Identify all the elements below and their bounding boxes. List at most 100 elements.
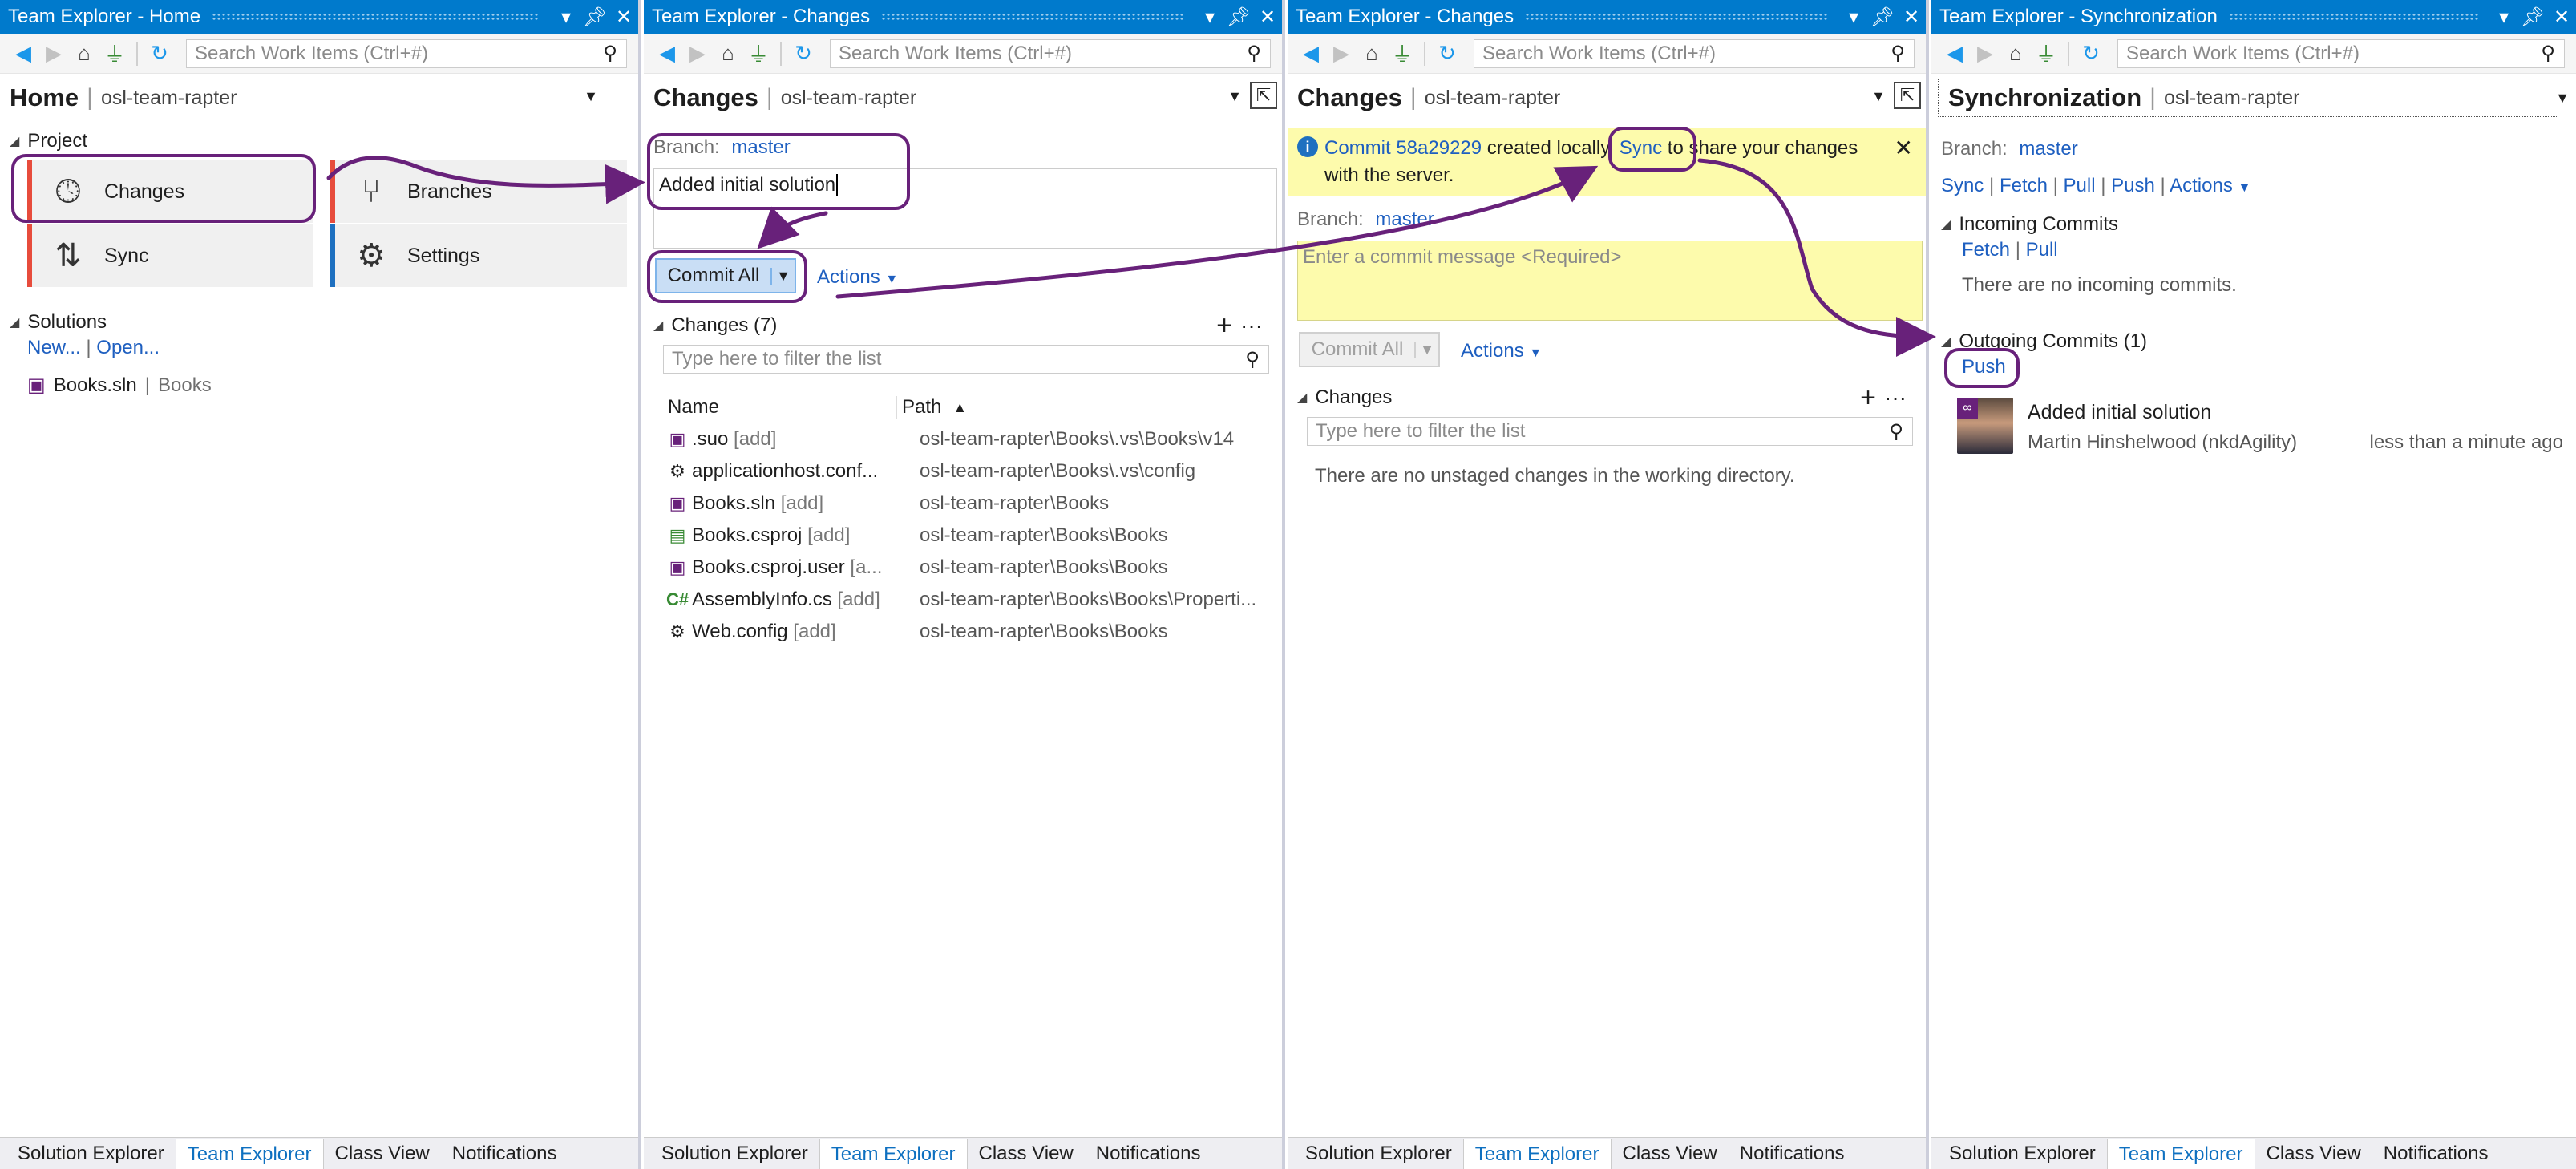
back-icon[interactable]: ◀ bbox=[1939, 38, 1970, 69]
tab-class-view[interactable]: Class View bbox=[2255, 1139, 2372, 1169]
refresh-icon[interactable]: ↻ bbox=[788, 38, 819, 69]
file-row[interactable]: ▣ Books.csproj.user [a... osl-team-rapte… bbox=[663, 552, 1168, 584]
tile-branches[interactable]: ⑂ Branches bbox=[330, 160, 627, 223]
collapse-icon[interactable]: ◢ bbox=[1941, 216, 1951, 233]
tab-team-explorer[interactable]: Team Explorer bbox=[1462, 1139, 1612, 1169]
dropdown-icon[interactable]: ▾ bbox=[2489, 6, 2518, 29]
filter-input[interactable]: Type here to filter the list ⚲ bbox=[663, 345, 1269, 374]
dropdown-icon[interactable]: ▾ bbox=[552, 6, 580, 29]
project-section-header[interactable]: ◢ Project bbox=[0, 127, 638, 156]
search-icon[interactable]: ⚲ bbox=[2532, 42, 2564, 65]
file-row[interactable]: ▣ .suo [add] osl-team-rapter\Books\.vs\B… bbox=[663, 423, 1235, 455]
pull-link[interactable]: Pull bbox=[2064, 175, 2096, 196]
back-icon[interactable]: ◀ bbox=[652, 38, 682, 69]
refresh-icon[interactable]: ↻ bbox=[1432, 38, 1462, 69]
file-row[interactable]: ⚙ applicationhost.conf... osl-team-rapte… bbox=[663, 455, 1195, 487]
tab-notifications[interactable]: Notifications bbox=[1085, 1139, 1212, 1169]
solutions-section-header[interactable]: ◢ Solutions bbox=[0, 308, 625, 337]
forward-icon[interactable]: ▶ bbox=[1970, 38, 2000, 69]
file-row[interactable]: ▣ Books.sln [add] osl-team-rapter\Books bbox=[663, 487, 1110, 520]
changes-section-header[interactable]: ◢ Changes (7) + ··· bbox=[644, 310, 1277, 342]
search-icon[interactable]: ⚲ bbox=[1238, 42, 1270, 65]
search-icon[interactable]: ⚲ bbox=[1236, 348, 1268, 371]
search-work-items-input[interactable]: Search Work Items (Ctrl+#) ⚲ bbox=[1474, 38, 1915, 68]
incoming-fetch-link[interactable]: Fetch bbox=[1962, 239, 2010, 261]
incoming-commits-header[interactable]: ◢ Incoming Commits bbox=[1931, 210, 2565, 239]
chevron-down-icon[interactable]: ▼ bbox=[1871, 88, 1886, 105]
col-name-header[interactable]: Name bbox=[663, 396, 897, 419]
tab-class-view[interactable]: Class View bbox=[1612, 1139, 1729, 1169]
tab-class-view[interactable]: Class View bbox=[968, 1139, 1085, 1169]
undock-icon[interactable]: ⇱ bbox=[1250, 82, 1277, 109]
collapse-icon[interactable]: ◢ bbox=[10, 133, 19, 149]
refresh-icon[interactable]: ↻ bbox=[144, 38, 175, 69]
close-icon[interactable]: ✕ bbox=[1897, 6, 1926, 29]
back-icon[interactable]: ◀ bbox=[8, 38, 38, 69]
tab-notifications[interactable]: Notifications bbox=[2372, 1139, 2500, 1169]
outgoing-commits-header[interactable]: ◢ Outgoing Commits (1) bbox=[1931, 327, 2565, 356]
search-work-items-input[interactable]: Search Work Items (Ctrl+#) ⚲ bbox=[186, 38, 627, 68]
collapse-icon[interactable]: ◢ bbox=[1941, 334, 1951, 350]
pin-icon[interactable]: 📌︎ bbox=[1224, 6, 1253, 29]
tab-solution-explorer[interactable]: Solution Explorer bbox=[6, 1139, 176, 1169]
refresh-icon[interactable]: ↻ bbox=[2076, 38, 2106, 69]
connect-icon[interactable]: ⏚ bbox=[1387, 38, 1417, 69]
tab-team-explorer[interactable]: Team Explorer bbox=[2106, 1139, 2255, 1169]
pin-icon[interactable]: 📌︎ bbox=[1868, 6, 1897, 29]
collapse-icon[interactable]: ◢ bbox=[10, 314, 19, 330]
solution-item[interactable]: ▣ Books.sln | Books bbox=[27, 374, 212, 397]
collapse-icon[interactable]: ◢ bbox=[653, 318, 663, 334]
chevron-down-icon[interactable]: ▼ bbox=[2555, 90, 2570, 107]
filter-input[interactable]: Type here to filter the list ⚲ bbox=[1307, 417, 1913, 446]
undock-icon[interactable]: ⇱ bbox=[1894, 82, 1921, 109]
push-link[interactable]: Push bbox=[2111, 175, 2155, 196]
forward-icon[interactable]: ▶ bbox=[1326, 38, 1357, 69]
home-icon[interactable]: ⌂ bbox=[69, 38, 99, 69]
tab-class-view[interactable]: Class View bbox=[324, 1139, 441, 1169]
collapse-icon[interactable]: ◢ bbox=[1297, 390, 1307, 406]
chevron-down-icon[interactable]: ▼ bbox=[1227, 88, 1242, 105]
chevron-down-icon[interactable]: ▼ bbox=[584, 88, 598, 105]
tile-settings[interactable]: ⚙ Settings bbox=[330, 224, 627, 287]
actions-menu[interactable]: Actions ▼ bbox=[817, 266, 898, 289]
incoming-pull-link[interactable]: Pull bbox=[2026, 239, 2058, 261]
connect-icon[interactable]: ⏚ bbox=[99, 38, 130, 69]
chevron-down-icon[interactable]: ▼ bbox=[1414, 341, 1438, 358]
tab-team-explorer[interactable]: Team Explorer bbox=[175, 1139, 324, 1169]
search-icon[interactable]: ⚲ bbox=[594, 42, 626, 65]
changes-section-header[interactable]: ◢ Changes + ··· bbox=[1288, 382, 1921, 414]
outgoing-commit-title[interactable]: Added initial solution bbox=[2028, 401, 2211, 424]
connect-icon[interactable]: ⏚ bbox=[743, 38, 774, 69]
close-icon[interactable]: ✕ bbox=[2547, 6, 2576, 29]
tab-team-explorer[interactable]: Team Explorer bbox=[819, 1139, 968, 1169]
search-icon[interactable]: ⚲ bbox=[1882, 42, 1914, 65]
tab-notifications[interactable]: Notifications bbox=[1729, 1139, 1856, 1169]
back-icon[interactable]: ◀ bbox=[1296, 38, 1326, 69]
dropdown-icon[interactable]: ▾ bbox=[1195, 6, 1224, 29]
home-icon[interactable]: ⌂ bbox=[2000, 38, 2031, 69]
more-icon[interactable]: ··· bbox=[1240, 313, 1263, 338]
forward-icon[interactable]: ▶ bbox=[682, 38, 713, 69]
commit-all-button[interactable]: Commit All ▼ bbox=[1299, 332, 1440, 367]
add-icon[interactable]: + bbox=[1860, 382, 1876, 414]
tile-sync[interactable]: ⇅ Sync bbox=[27, 224, 313, 287]
search-work-items-input[interactable]: Search Work Items (Ctrl+#) ⚲ bbox=[2117, 38, 2565, 68]
file-row[interactable]: ▤ Books.csproj [add] osl-team-rapter\Boo… bbox=[663, 520, 1168, 552]
branch-link[interactable]: master bbox=[1375, 208, 1434, 230]
home-icon[interactable]: ⌂ bbox=[713, 38, 743, 69]
new-solution-link[interactable]: New... bbox=[27, 337, 81, 358]
open-solution-link[interactable]: Open... bbox=[96, 337, 160, 358]
close-icon[interactable]: ✕ bbox=[1895, 135, 1913, 162]
search-icon[interactable]: ⚲ bbox=[1880, 420, 1912, 443]
commit-message-input[interactable]: Enter a commit message <Required> bbox=[1297, 241, 1923, 321]
pin-icon[interactable]: 📌︎ bbox=[2518, 6, 2547, 29]
sync-link[interactable]: Sync bbox=[1941, 175, 1984, 196]
add-icon[interactable]: + bbox=[1216, 310, 1232, 342]
dropdown-icon[interactable]: ▾ bbox=[1839, 6, 1868, 29]
branch-link[interactable]: master bbox=[2019, 138, 2077, 160]
close-icon[interactable]: ✕ bbox=[1253, 6, 1282, 29]
home-icon[interactable]: ⌂ bbox=[1357, 38, 1387, 69]
pin-icon[interactable]: 📌︎ bbox=[580, 6, 609, 29]
actions-menu[interactable]: Actions bbox=[2170, 175, 2233, 196]
file-row[interactable]: C# AssemblyInfo.cs [add] osl-team-rapter… bbox=[663, 584, 1256, 616]
